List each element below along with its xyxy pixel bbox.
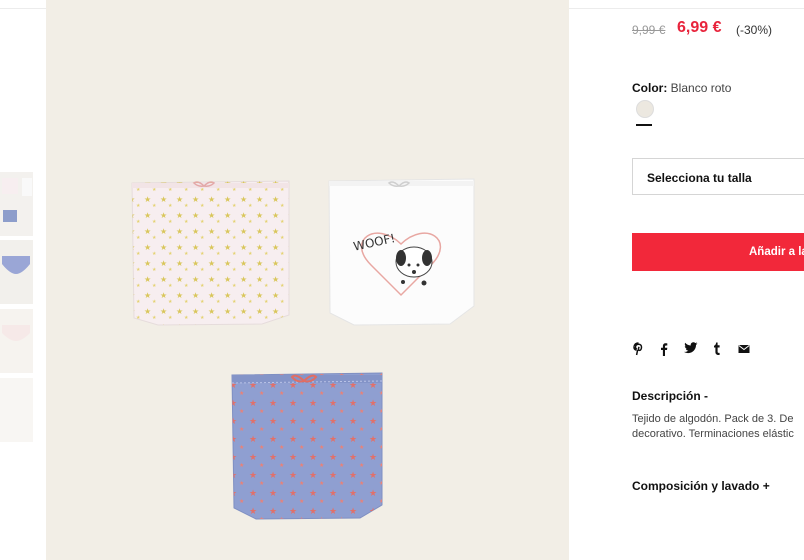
facebook-icon[interactable]	[660, 342, 668, 359]
thumbnail-1[interactable]	[0, 172, 33, 236]
mail-icon[interactable]	[738, 342, 750, 357]
swatch-selected-indicator	[636, 124, 652, 126]
composition-toggle[interactable]: Composición y lavado +	[632, 479, 770, 493]
tumblr-icon[interactable]	[713, 342, 721, 358]
discount-badge: (-30%)	[736, 23, 773, 37]
pinterest-icon[interactable]	[633, 342, 644, 359]
product-image: ★ ★ ★ ★ WOOF!	[46, 0, 569, 560]
size-select[interactable]: Selecciona tu talla	[632, 158, 804, 195]
thumbnail-4[interactable]	[0, 378, 33, 442]
thumbnail-2[interactable]	[0, 240, 33, 304]
color-swatch[interactable]	[636, 100, 654, 118]
original-price: 9,99 €	[632, 23, 666, 37]
color-selector-label: Color: Blanco roto	[632, 81, 731, 95]
color-label: Color:	[632, 81, 668, 95]
description-line-2: decorativo. Terminaciones elástic	[632, 428, 794, 440]
thumbnail-3[interactable]	[0, 309, 33, 373]
twitter-icon[interactable]	[684, 342, 698, 357]
color-value: Blanco roto	[670, 81, 732, 95]
size-select-label: Selecciona tu talla	[647, 171, 752, 185]
description-text: Tejido de algodón. Pack de 3. De decorat…	[632, 412, 804, 442]
description-line-1: Tejido de algodón. Pack de 3. De	[632, 413, 794, 425]
add-to-cart-label: Añadir a la	[749, 246, 804, 258]
description-toggle[interactable]: Descripción -	[632, 389, 708, 403]
add-to-cart-button[interactable]: Añadir a la	[632, 233, 804, 271]
sale-price: 6,99 €	[677, 19, 722, 36]
